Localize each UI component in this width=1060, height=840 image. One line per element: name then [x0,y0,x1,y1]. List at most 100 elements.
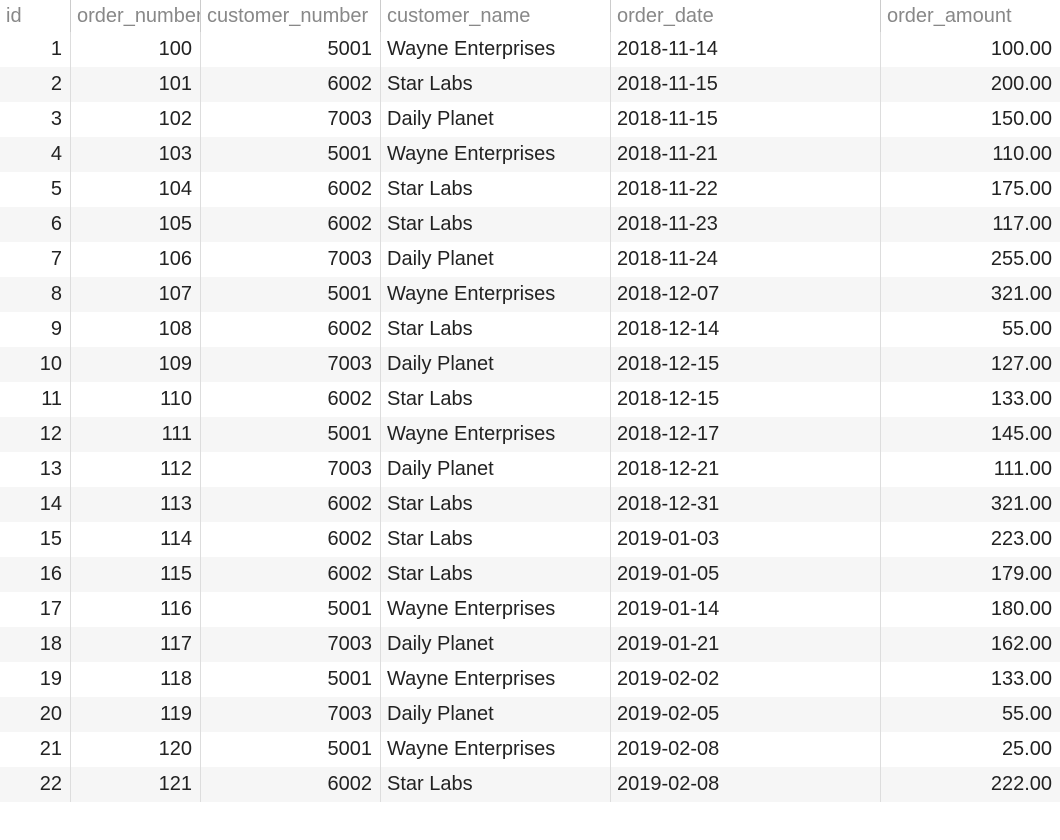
table-row[interactable]: 221216002Star Labs2019-02-08222.00 [0,767,1060,802]
cell-order-date: 2018-11-24 [610,242,880,277]
cell-customer-number: 6002 [200,312,380,347]
cell-order-date: 2018-11-21 [610,137,880,172]
cell-order-date: 2019-01-21 [610,627,880,662]
cell-id: 1 [0,32,70,67]
cell-order-date: 2018-11-14 [610,32,880,67]
cell-order-date: 2018-11-23 [610,207,880,242]
cell-order-date: 2019-02-08 [610,767,880,802]
cell-order-date: 2018-11-22 [610,172,880,207]
cell-customer-number: 7003 [200,102,380,137]
cell-customer-name: Star Labs [380,207,610,242]
table-row[interactable]: 181177003Daily Planet2019-01-21162.00 [0,627,1060,662]
cell-order-amount: 127.00 [880,347,1060,382]
cell-id: 11 [0,382,70,417]
cell-customer-name: Star Labs [380,767,610,802]
col-header-id[interactable]: id [0,0,70,32]
cell-id: 2 [0,67,70,102]
table-row[interactable]: 41035001Wayne Enterprises2018-11-21110.0… [0,137,1060,172]
table-row[interactable]: 111106002Star Labs2018-12-15133.00 [0,382,1060,417]
cell-order-number: 103 [70,137,200,172]
results-table: id order_number customer_number customer… [0,0,1060,802]
cell-order-number: 100 [70,32,200,67]
cell-order-number: 110 [70,382,200,417]
cell-customer-name: Daily Planet [380,102,610,137]
cell-order-date: 2018-12-21 [610,452,880,487]
table-body: 11005001Wayne Enterprises2018-11-14100.0… [0,32,1060,802]
cell-id: 16 [0,557,70,592]
table-row[interactable]: 61056002Star Labs2018-11-23117.00 [0,207,1060,242]
cell-id: 4 [0,137,70,172]
cell-order-amount: 117.00 [880,207,1060,242]
col-header-customer-number[interactable]: customer_number [200,0,380,32]
table-row[interactable]: 71067003Daily Planet2018-11-24255.00 [0,242,1060,277]
cell-customer-number: 6002 [200,172,380,207]
cell-customer-number: 7003 [200,347,380,382]
cell-order-number: 102 [70,102,200,137]
cell-id: 13 [0,452,70,487]
cell-order-number: 118 [70,662,200,697]
cell-customer-name: Daily Planet [380,627,610,662]
cell-id: 18 [0,627,70,662]
cell-customer-number: 6002 [200,522,380,557]
cell-customer-number: 7003 [200,452,380,487]
table-row[interactable]: 171165001Wayne Enterprises2019-01-14180.… [0,592,1060,627]
cell-customer-number: 5001 [200,277,380,312]
cell-order-amount: 200.00 [880,67,1060,102]
cell-customer-name: Wayne Enterprises [380,277,610,312]
cell-id: 17 [0,592,70,627]
table-row[interactable]: 101097003Daily Planet2018-12-15127.00 [0,347,1060,382]
cell-customer-number: 7003 [200,242,380,277]
cell-order-date: 2018-12-14 [610,312,880,347]
cell-customer-name: Daily Planet [380,242,610,277]
cell-customer-number: 6002 [200,207,380,242]
table-row[interactable]: 161156002Star Labs2019-01-05179.00 [0,557,1060,592]
cell-customer-number: 7003 [200,627,380,662]
cell-customer-name: Wayne Enterprises [380,592,610,627]
cell-id: 15 [0,522,70,557]
col-header-order-number[interactable]: order_number [70,0,200,32]
cell-order-amount: 133.00 [880,382,1060,417]
cell-order-amount: 175.00 [880,172,1060,207]
table-row[interactable]: 91086002Star Labs2018-12-1455.00 [0,312,1060,347]
table-row[interactable]: 81075001Wayne Enterprises2018-12-07321.0… [0,277,1060,312]
cell-customer-name: Wayne Enterprises [380,732,610,767]
table-row[interactable]: 11005001Wayne Enterprises2018-11-14100.0… [0,32,1060,67]
col-header-customer-name[interactable]: customer_name [380,0,610,32]
col-header-order-amount[interactable]: order_amount [880,0,1060,32]
table-row[interactable]: 141136002Star Labs2018-12-31321.00 [0,487,1060,522]
table-row[interactable]: 191185001Wayne Enterprises2019-02-02133.… [0,662,1060,697]
table-row[interactable]: 211205001Wayne Enterprises2019-02-0825.0… [0,732,1060,767]
table-row[interactable]: 201197003Daily Planet2019-02-0555.00 [0,697,1060,732]
cell-id: 12 [0,417,70,452]
table-row[interactable]: 51046002Star Labs2018-11-22175.00 [0,172,1060,207]
table-row[interactable]: 121115001Wayne Enterprises2018-12-17145.… [0,417,1060,452]
cell-order-number: 114 [70,522,200,557]
cell-customer-name: Star Labs [380,172,610,207]
cell-id: 3 [0,102,70,137]
cell-id: 14 [0,487,70,522]
cell-order-amount: 179.00 [880,557,1060,592]
cell-customer-number: 5001 [200,137,380,172]
cell-order-amount: 145.00 [880,417,1060,452]
cell-order-amount: 321.00 [880,487,1060,522]
cell-order-amount: 255.00 [880,242,1060,277]
cell-order-number: 119 [70,697,200,732]
table-row[interactable]: 131127003Daily Planet2018-12-21111.00 [0,452,1060,487]
cell-id: 21 [0,732,70,767]
cell-order-date: 2018-11-15 [610,67,880,102]
cell-order-date: 2018-12-17 [610,417,880,452]
table-row[interactable]: 151146002Star Labs2019-01-03223.00 [0,522,1060,557]
cell-order-date: 2019-01-05 [610,557,880,592]
cell-order-number: 106 [70,242,200,277]
cell-id: 6 [0,207,70,242]
table-row[interactable]: 31027003Daily Planet2018-11-15150.00 [0,102,1060,137]
cell-order-amount: 150.00 [880,102,1060,137]
cell-customer-name: Star Labs [380,557,610,592]
col-header-order-date[interactable]: order_date [610,0,880,32]
cell-customer-number: 6002 [200,487,380,522]
cell-order-number: 117 [70,627,200,662]
cell-order-amount: 110.00 [880,137,1060,172]
cell-order-amount: 111.00 [880,452,1060,487]
table-row[interactable]: 21016002Star Labs2018-11-15200.00 [0,67,1060,102]
cell-order-number: 108 [70,312,200,347]
